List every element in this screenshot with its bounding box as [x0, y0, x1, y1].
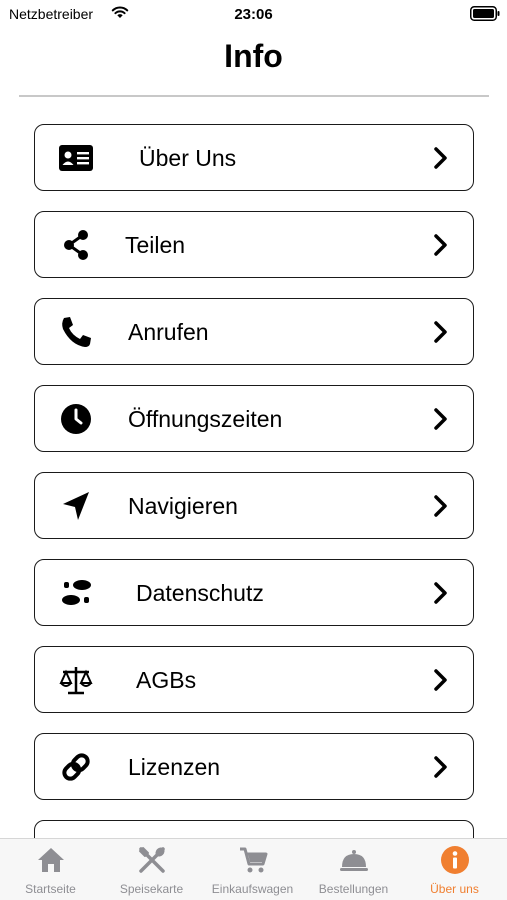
menu-item-label: Anrufen [128, 319, 209, 345]
cart-icon [240, 847, 268, 873]
tab-speisekarte[interactable]: Speisekarte [101, 839, 202, 900]
tab-bestellungen[interactable]: Bestellungen [303, 839, 404, 900]
id-card-icon [59, 141, 93, 175]
menu-item-datenschutz[interactable]: Datenschutz [34, 559, 474, 626]
menu-item-oeffnungszeiten[interactable]: Öffnungszeiten [34, 385, 474, 452]
title-divider [19, 95, 489, 97]
tab-bar: Startseite Speisekarte Einkaufswagen Bes… [0, 838, 507, 900]
menu-item-ueber-uns[interactable]: Über Uns [34, 124, 474, 191]
phone-icon [59, 315, 93, 349]
tab-ueber-uns[interactable]: Über uns [404, 839, 505, 900]
chevron-right-icon [434, 495, 447, 517]
clock-icon [59, 402, 93, 436]
chevron-right-icon [434, 147, 447, 169]
menu-item-partial[interactable] [34, 820, 474, 838]
link-icon [59, 750, 93, 784]
tab-label: Über uns [430, 882, 479, 896]
menu-item-lizenzen[interactable]: Lizenzen [34, 733, 474, 800]
cloche-icon [340, 850, 368, 871]
tab-label: Startseite [25, 882, 76, 896]
status-time: 23:06 [234, 6, 273, 23]
location-arrow-icon [59, 489, 93, 523]
utensils-icon [139, 847, 165, 873]
menu-item-navigieren[interactable]: Navigieren [34, 472, 474, 539]
chevron-right-icon [434, 669, 447, 691]
balance-scale-icon [59, 663, 93, 697]
menu-item-agbs[interactable]: AGBs [34, 646, 474, 713]
home-icon [38, 848, 64, 872]
chevron-right-icon [434, 234, 447, 256]
tab-startseite[interactable]: Startseite [0, 839, 101, 900]
page-title: Info [224, 38, 283, 74]
chevron-right-icon [434, 408, 447, 430]
menu-item-teilen[interactable]: Teilen [34, 211, 474, 278]
menu-item-anrufen[interactable]: Anrufen [34, 298, 474, 365]
tab-einkaufswagen[interactable]: Einkaufswagen [202, 839, 303, 900]
share-icon [59, 228, 93, 262]
status-bar: Netzbetreiber 23:06 [0, 0, 507, 30]
menu-item-label: Lizenzen [128, 754, 221, 780]
chevron-right-icon [434, 756, 447, 778]
menu-item-label: Datenschutz [136, 580, 264, 606]
info-menu-list[interactable]: Über Uns Teilen Anrufen Öffnungszeiten N… [34, 124, 474, 838]
chevron-right-icon [434, 582, 447, 604]
menu-item-label: Navigieren [128, 493, 238, 519]
footprints-icon [59, 576, 93, 610]
tab-label: Speisekarte [119, 882, 184, 896]
menu-item-label: AGBs [136, 667, 197, 693]
tab-label: Einkaufswagen [211, 882, 294, 896]
battery-icon [470, 6, 500, 21]
menu-item-label: Über Uns [139, 145, 237, 171]
menu-item-label: Öffnungszeiten [128, 406, 283, 432]
tab-label: Bestellungen [318, 882, 389, 896]
menu-item-label: Teilen [125, 232, 186, 258]
chevron-right-icon [434, 321, 447, 343]
info-icon [441, 846, 469, 874]
